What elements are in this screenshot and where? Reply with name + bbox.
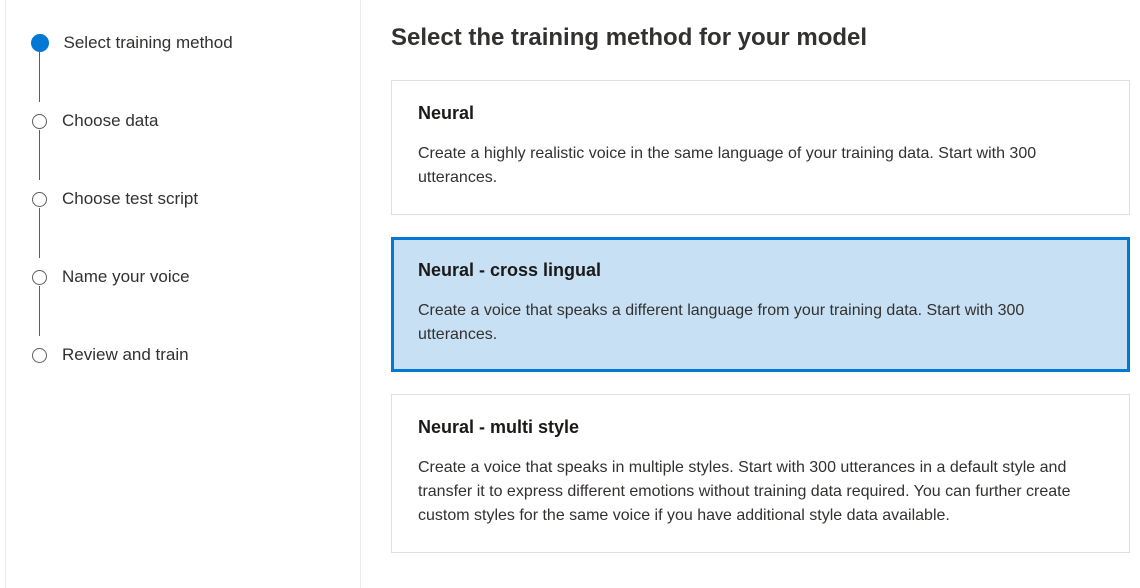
page-title: Select the training method for your mode… [391, 24, 1130, 52]
option-title: Neural - cross lingual [418, 260, 1103, 281]
option-description: Create a voice that speaks in multiple s… [418, 456, 1103, 528]
step-review-and-train[interactable]: Review and train [32, 336, 336, 374]
step-connector [39, 130, 40, 180]
option-description: Create a voice that speaks a different l… [418, 299, 1103, 347]
step-indicator-icon [32, 348, 47, 363]
step-choose-test-script[interactable]: Choose test script [32, 180, 336, 218]
option-title: Neural [418, 103, 1103, 124]
option-neural-cross-lingual[interactable]: Neural - cross lingual Create a voice th… [391, 237, 1130, 372]
step-label: Choose test script [62, 189, 198, 209]
step-indicator-icon [32, 270, 47, 285]
step-choose-data[interactable]: Choose data [32, 102, 336, 140]
step-indicator-icon [32, 114, 47, 129]
step-name-your-voice[interactable]: Name your voice [32, 258, 336, 296]
step-connector [39, 52, 40, 102]
option-title: Neural - multi style [418, 417, 1103, 438]
step-label: Select training method [64, 33, 233, 53]
step-label: Review and train [62, 345, 189, 365]
option-neural-multi-style[interactable]: Neural - multi style Create a voice that… [391, 394, 1130, 553]
option-description: Create a highly realistic voice in the s… [418, 142, 1103, 190]
step-label: Choose data [62, 111, 158, 131]
step-label: Name your voice [62, 267, 190, 287]
step-select-training-method[interactable]: Select training method [32, 24, 336, 62]
step-connector [39, 286, 40, 336]
option-neural[interactable]: Neural Create a highly realistic voice i… [391, 80, 1130, 215]
wizard-steps-sidebar: Select training method Choose data Choos… [6, 0, 361, 588]
main-content: Select the training method for your mode… [361, 0, 1140, 588]
step-indicator-active-icon [31, 34, 49, 52]
step-list: Select training method Choose data Choos… [32, 24, 336, 374]
step-connector [39, 208, 40, 258]
step-indicator-icon [32, 192, 47, 207]
